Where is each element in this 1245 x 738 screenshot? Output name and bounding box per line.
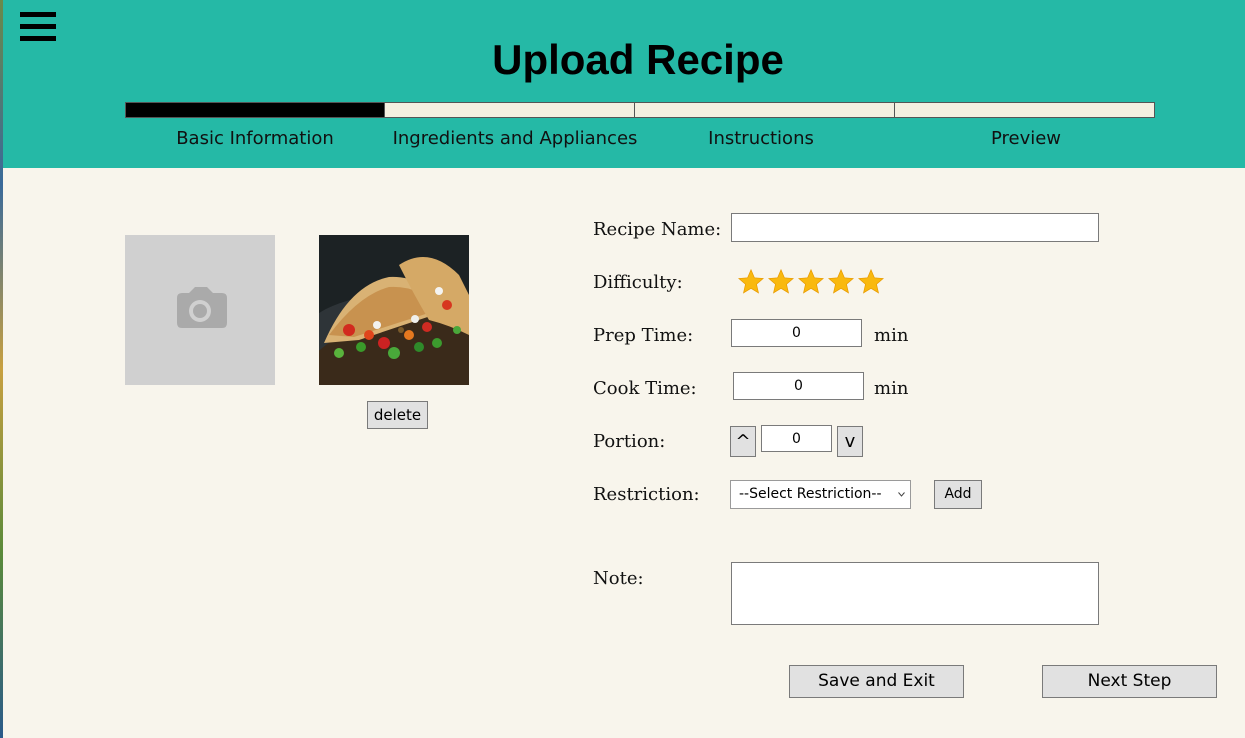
camera-icon bbox=[177, 287, 227, 328]
delete-photo-button[interactable]: delete bbox=[367, 401, 428, 429]
tab-instructions[interactable]: Instructions bbox=[635, 128, 887, 149]
recipe-name-input[interactable] bbox=[731, 213, 1099, 242]
portion-input[interactable] bbox=[761, 425, 832, 452]
note-label: Note: bbox=[593, 568, 644, 589]
star-icon[interactable] bbox=[797, 268, 825, 296]
cook-time-input[interactable] bbox=[733, 372, 864, 400]
star-icon[interactable] bbox=[767, 268, 795, 296]
difficulty-label: Difficulty: bbox=[593, 272, 683, 293]
prep-time-label: Prep Time: bbox=[593, 325, 694, 346]
chevron-down-icon bbox=[898, 492, 905, 497]
star-icon[interactable] bbox=[737, 268, 765, 296]
progress-step-2 bbox=[384, 102, 635, 118]
progress-step-3 bbox=[634, 102, 895, 118]
next-step-button[interactable]: Next Step bbox=[1042, 665, 1217, 698]
star-icon[interactable] bbox=[857, 268, 885, 296]
prep-time-input[interactable] bbox=[731, 319, 862, 347]
portion-label: Portion: bbox=[593, 431, 666, 452]
add-restriction-button[interactable]: Add bbox=[934, 480, 982, 509]
tab-ingredients-and-appliances[interactable]: Ingredients and Appliances bbox=[385, 128, 645, 149]
star-icon[interactable] bbox=[827, 268, 855, 296]
cook-time-label: Cook Time: bbox=[593, 378, 697, 399]
restriction-label: Restriction: bbox=[593, 484, 700, 505]
portion-increment-button[interactable]: ^ bbox=[730, 426, 756, 457]
portion-decrement-button[interactable]: v bbox=[837, 426, 863, 457]
recipe-name-label: Recipe Name: bbox=[593, 219, 722, 240]
restriction-select[interactable]: --Select Restriction-- bbox=[730, 480, 911, 509]
cook-time-unit: min bbox=[874, 378, 909, 399]
tab-preview[interactable]: Preview bbox=[895, 128, 1157, 149]
progress-step-1 bbox=[125, 102, 385, 118]
restriction-select-value: --Select Restriction-- bbox=[739, 486, 882, 502]
header: Upload Recipe Basic Information Ingredie… bbox=[3, 0, 1245, 168]
tab-basic-information[interactable]: Basic Information bbox=[125, 128, 385, 149]
progress-step-4 bbox=[894, 102, 1155, 118]
note-textarea[interactable] bbox=[731, 562, 1099, 625]
page-title: Upload Recipe bbox=[492, 36, 784, 83]
prep-time-unit: min bbox=[874, 325, 909, 346]
add-photo-button[interactable] bbox=[125, 235, 275, 385]
save-and-exit-button[interactable]: Save and Exit bbox=[789, 665, 964, 698]
recipe-photo bbox=[319, 235, 469, 385]
